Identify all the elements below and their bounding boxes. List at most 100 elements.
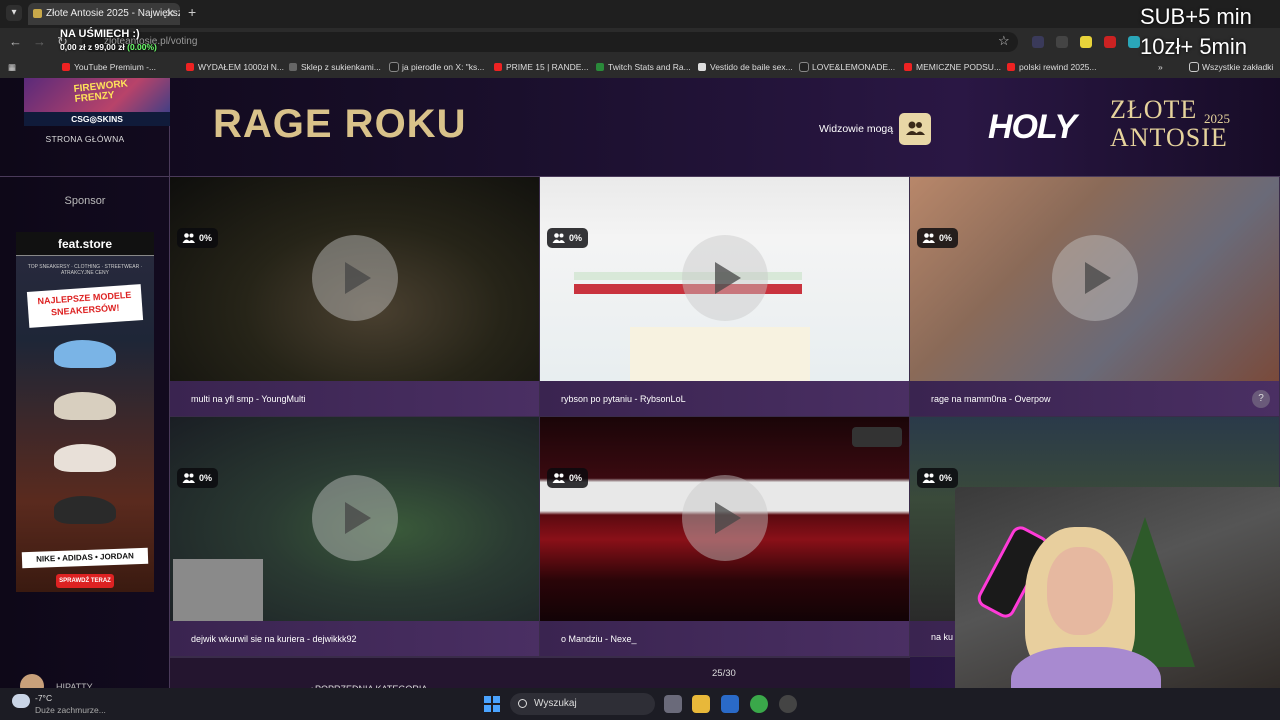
file-explorer-icon[interactable] [692, 695, 710, 713]
people-icon [182, 473, 195, 483]
subathon-info: SUB+5 min 10zł+ 5min [1140, 2, 1252, 62]
task-view-icon[interactable] [664, 695, 682, 713]
vote-percent-badge: 0% [177, 468, 218, 488]
help-button[interactable]: ? [1252, 390, 1270, 408]
app-icon[interactable] [779, 695, 797, 713]
bookmark-item[interactable]: ja pierodle on X: "ks... [389, 56, 484, 78]
site-favicon-icon [33, 9, 42, 18]
donation-percent: (0.00%) [127, 42, 157, 52]
video-caption: o Mandziu - Nexe_ [540, 621, 909, 656]
sidebar: FIREWORK FRENZY CSG◎SKINS STRONA GŁÓWNA … [0, 78, 170, 698]
video-card[interactable]: 0% o Mandziu - Nexe_ [540, 417, 910, 657]
vote-percent: 0% [939, 233, 953, 243]
audience-button[interactable] [899, 113, 931, 145]
promo-brand: CSG◎SKINS [24, 112, 170, 126]
sneaker-image [54, 444, 116, 472]
taskbar-search[interactable]: Wyszukaj [510, 693, 655, 715]
vote-percent-badge: 0% [917, 228, 958, 248]
video-card[interactable]: 0% multi na yfl smp - YoungMulti [170, 177, 540, 417]
browser-tab[interactable]: Złote Antosie 2025 - Największ ✕ [28, 3, 180, 25]
bookmark-item[interactable]: MEMICZNE PODSU... [904, 56, 1001, 78]
donation-title: NA UŚMIECH :) [60, 28, 140, 40]
tab-title: Złote Antosie 2025 - Największ [46, 8, 180, 19]
bookmark-star-icon[interactable]: ☆ [998, 33, 1010, 49]
video-card[interactable]: 0% dejwik wkurwil sie na kuriera - dejwi… [170, 417, 540, 657]
ad-cta-button[interactable]: SPRAWDŹ TERAZ [56, 574, 114, 588]
people-icon [906, 121, 925, 135]
bookmark-item[interactable]: LOVE&LEMONADE... [799, 56, 895, 78]
weather-temperature[interactable]: -7°C [35, 693, 52, 703]
windows-taskbar: -7°C Duże zachmurze... Wyszukaj [0, 688, 1280, 720]
play-button[interactable] [312, 475, 398, 561]
extension-icon[interactable] [1104, 36, 1116, 48]
facecam-thumbnail [173, 559, 263, 621]
tab-search-icon[interactable]: ▾ [6, 5, 22, 21]
screen: ▾ Złote Antosie 2025 - Największ ✕ + ← →… [0, 0, 1280, 720]
video-card[interactable]: 0% rybson po pytaniu - RybsonLoL [540, 177, 910, 417]
bookmark-item[interactable]: polski rewind 2025... [1007, 56, 1097, 78]
bookmark-item[interactable]: Sklep z sukienkami... [289, 56, 381, 78]
extension-icon[interactable] [1128, 36, 1140, 48]
people-icon [552, 233, 565, 243]
bookmark-item[interactable]: WYDAŁEM 1000zł N... [186, 56, 284, 78]
vote-percent: 0% [569, 473, 583, 483]
extension-icon[interactable] [1080, 36, 1092, 48]
vote-percent-badge: 0% [547, 228, 588, 248]
play-button[interactable] [682, 475, 768, 561]
play-button[interactable] [682, 235, 768, 321]
category-navigation: ◂ POPRZEDNIA KATEGORIA 25/30 [170, 657, 910, 694]
chrome-icon[interactable] [750, 695, 768, 713]
bookmarks-bar: ▦ YouTube Premium -... WYDAŁEM 1000zł N.… [0, 56, 1280, 78]
video-caption: dejwik wkurwil sie na kuriera - dejwikkk… [170, 621, 539, 656]
sponsor-ad[interactable]: feat.store TOP SNEAKERSY · CLOTHING · ST… [16, 232, 154, 592]
video-card[interactable]: 0% rage na mamm0na - Overpow ? [910, 177, 1280, 417]
chat-settings-icon [852, 427, 902, 447]
browser-tab-bar: ▾ Złote Antosie 2025 - Największ ✕ + [0, 0, 1280, 28]
new-tab-icon[interactable]: + [188, 4, 196, 20]
people-icon [922, 473, 935, 483]
store-icon[interactable] [721, 695, 739, 713]
promo-label: FIREWORK FRENZY [73, 78, 129, 105]
forward-icon[interactable]: → [33, 34, 46, 49]
bookmark-item[interactable]: Twitch Stats and Ra... [596, 56, 691, 78]
bookmark-item[interactable]: YouTube Premium -... [62, 56, 156, 78]
page-title: RAGE ROKU [213, 102, 467, 146]
vote-percent: 0% [199, 473, 213, 483]
vote-percent: 0% [199, 233, 213, 243]
apps-grid-icon[interactable]: ▦ [8, 56, 16, 78]
logo-year: 2025 [1204, 111, 1230, 126]
bookmark-item[interactable]: PRIME 15 | RANDE... [494, 56, 589, 78]
audience-label: Widzowie mogą [819, 123, 894, 135]
video-caption: rage na mamm0na - Overpow [910, 381, 1279, 416]
address-bar[interactable]: zloteantosie.pl/voting [82, 32, 1018, 52]
weather-description[interactable]: Duże zachmurze... [35, 705, 106, 715]
extension-icon[interactable] [1032, 36, 1044, 48]
bookmark-item[interactable]: Vestido de baile sex... [698, 56, 793, 78]
ad-banner: NAJLEPSZE MODELE SNEAKERSÓW! [26, 284, 144, 328]
sneaker-image [54, 496, 116, 524]
play-button[interactable] [1052, 235, 1138, 321]
people-icon [182, 233, 195, 243]
streamer-face [1047, 547, 1113, 635]
close-tab-icon[interactable]: ✕ [166, 3, 175, 25]
search-icon [518, 699, 527, 708]
search-placeholder: Wyszukaj [534, 698, 577, 709]
people-icon [552, 473, 565, 483]
vote-percent: 0% [569, 233, 583, 243]
extension-icon[interactable] [1056, 36, 1068, 48]
sneaker-image [54, 340, 116, 368]
cloud-icon[interactable] [12, 694, 30, 708]
play-button[interactable] [312, 235, 398, 321]
streamer-webcam [955, 487, 1280, 720]
explanation-panel [630, 327, 810, 381]
vote-percent-badge: 0% [177, 228, 218, 248]
ad-brands: NIKE • ADIDAS • JORDAN [21, 547, 149, 569]
home-link[interactable]: STRONA GŁÓWNA [0, 134, 170, 144]
windows-start-icon[interactable] [484, 696, 500, 712]
sub-rule: SUB+5 min [1140, 4, 1252, 29]
vote-percent-badge: 0% [917, 468, 958, 488]
back-icon[interactable]: ← [9, 34, 22, 49]
logo-holy: HOLY [988, 108, 1077, 146]
sneaker-image [54, 392, 116, 420]
video-caption: multi na yfl smp - YoungMulti [170, 381, 539, 416]
